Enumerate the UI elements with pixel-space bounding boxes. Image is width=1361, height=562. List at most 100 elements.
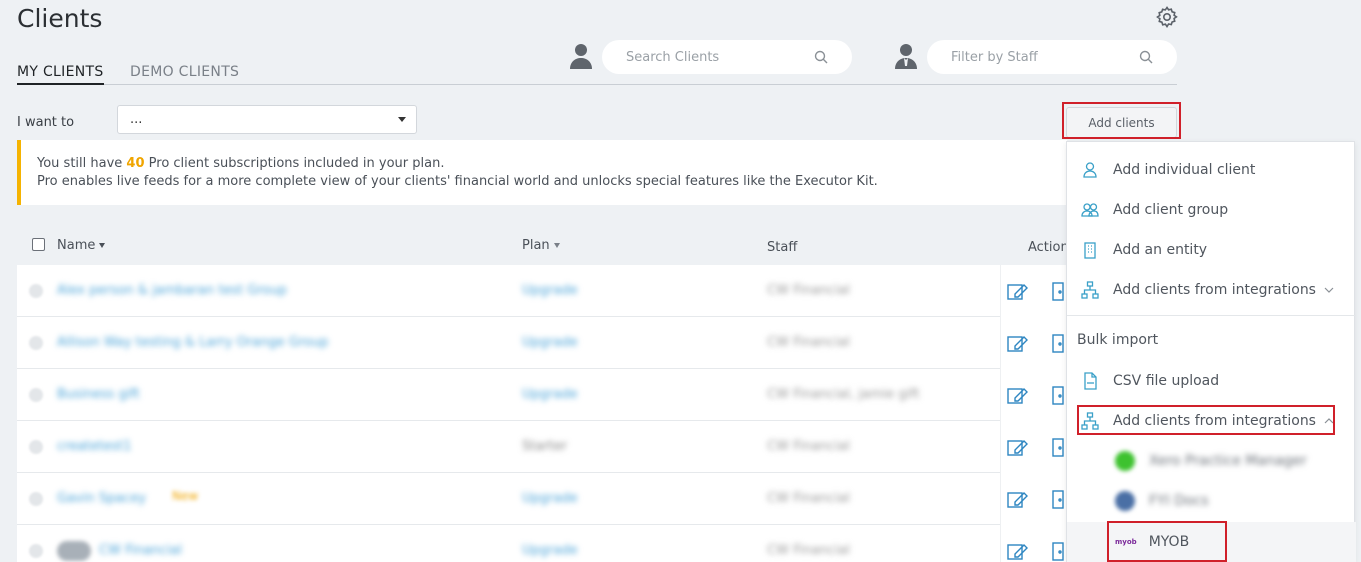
row-actions xyxy=(1000,317,1067,369)
tab-my-clients[interactable]: MY CLIENTS xyxy=(17,64,104,85)
xero-logo-icon xyxy=(1115,451,1135,471)
client-plan[interactable]: Upgrade xyxy=(522,335,578,350)
avatar xyxy=(57,541,91,561)
row-checkbox[interactable] xyxy=(29,440,43,454)
table-row[interactable]: Business gift Upgrade CW Financial, jami… xyxy=(17,369,1067,421)
client-name[interactable]: Gavin Spacey xyxy=(57,491,146,506)
gear-icon[interactable] xyxy=(1155,5,1179,29)
column-header-plan[interactable]: Plan xyxy=(522,238,560,253)
client-staff: CW Financial, jamie gift xyxy=(767,387,920,402)
door-icon[interactable] xyxy=(1051,385,1065,405)
table-row[interactable]: CW Financial Upgrade CW Financial xyxy=(17,525,1067,562)
integration-xero[interactable]: Xero Practice Manager xyxy=(1067,441,1356,481)
bulk-import-heading: Bulk import xyxy=(1077,332,1159,348)
table-row[interactable]: createtest1 Starter CW Financial xyxy=(17,421,1067,473)
door-icon[interactable] xyxy=(1051,541,1065,561)
row-checkbox[interactable] xyxy=(29,544,43,558)
building-icon xyxy=(1084,242,1096,259)
door-icon[interactable] xyxy=(1051,333,1065,353)
door-icon[interactable] xyxy=(1051,281,1065,301)
filter-field[interactable]: Filter by Staff xyxy=(927,40,1177,74)
banner-line-1: You still have 40 Pro client subscriptio… xyxy=(37,156,445,171)
client-table: Alex person & jambaran test Group Upgrad… xyxy=(17,265,1067,562)
row-actions xyxy=(1000,421,1067,473)
myob-logo-icon: myob xyxy=(1115,538,1137,546)
row-actions xyxy=(1000,525,1067,562)
row-checkbox[interactable] xyxy=(29,336,43,350)
staff-icon xyxy=(895,44,917,69)
group-icon xyxy=(1081,203,1099,217)
integration-myob[interactable]: myob MYOB xyxy=(1067,522,1356,562)
menu-item-csv-upload[interactable]: CSV file upload xyxy=(1067,361,1356,401)
edit-icon[interactable] xyxy=(1007,385,1029,405)
csv-file-icon xyxy=(1084,372,1097,390)
chevron-up-icon xyxy=(1324,418,1334,424)
client-plan[interactable]: Upgrade xyxy=(522,387,578,402)
edit-icon[interactable] xyxy=(1007,489,1029,509)
row-checkbox[interactable] xyxy=(29,492,43,506)
sort-icon xyxy=(553,243,560,248)
row-checkbox[interactable] xyxy=(29,284,43,298)
search-field[interactable]: Search Clients xyxy=(602,40,852,74)
select-value: ... xyxy=(130,112,143,127)
table-row[interactable]: Allison Way testing & Larry Orange Group… xyxy=(17,317,1067,369)
edit-icon[interactable] xyxy=(1007,281,1029,301)
i-want-to-select[interactable]: ... xyxy=(117,105,417,134)
subscription-count: 40 xyxy=(126,156,145,171)
page-title: Clients xyxy=(17,4,103,33)
client-staff: CW Financial xyxy=(767,283,850,298)
new-badge: New xyxy=(172,489,199,503)
client-plan[interactable]: Upgrade xyxy=(522,543,578,558)
row-actions xyxy=(1000,265,1067,317)
menu-item-add-entity[interactable]: Add an entity xyxy=(1067,230,1356,270)
client-plan[interactable]: Upgrade xyxy=(522,283,578,298)
add-clients-menu: Add individual client Add client group A… xyxy=(1066,141,1356,562)
select-all-checkbox[interactable] xyxy=(32,238,45,251)
client-plan[interactable]: Upgrade xyxy=(522,491,578,506)
client-staff: CW Financial xyxy=(767,543,850,558)
client-staff: CW Financial xyxy=(767,335,850,350)
person-icon xyxy=(1083,162,1097,178)
client-name[interactable]: CW Financial xyxy=(99,543,182,558)
client-name[interactable]: Business gift xyxy=(57,387,140,402)
client-name[interactable]: Allison Way testing & Larry Orange Group xyxy=(57,335,328,350)
banner-line-2: Pro enables live feeds for a more comple… xyxy=(37,174,878,189)
menu-item-integrations-collapsed[interactable]: Add clients from integrations xyxy=(1067,270,1356,310)
client-staff: CW Financial xyxy=(767,491,850,506)
search-icon[interactable] xyxy=(814,50,828,64)
row-checkbox[interactable] xyxy=(29,388,43,402)
column-header-name[interactable]: Name xyxy=(57,238,106,253)
search-icon[interactable] xyxy=(1139,50,1153,64)
integration-fyi[interactable]: FYI Docs xyxy=(1067,481,1356,521)
edit-icon[interactable] xyxy=(1007,437,1029,457)
client-name[interactable]: Alex person & jambaran test Group xyxy=(57,283,287,298)
table-row[interactable]: Alex person & jambaran test Group Upgrad… xyxy=(17,265,1067,317)
menu-divider xyxy=(1067,315,1356,316)
person-icon xyxy=(570,44,592,69)
menu-item-add-group[interactable]: Add client group xyxy=(1067,190,1356,230)
client-name[interactable]: createtest1 xyxy=(57,439,132,454)
client-plan: Starter xyxy=(522,439,568,454)
sort-icon xyxy=(99,243,106,248)
column-header-staff: Staff xyxy=(767,240,798,255)
filter-input[interactable]: Filter by Staff xyxy=(951,50,1038,65)
menu-item-integrations-expanded[interactable]: Add clients from integrations xyxy=(1067,401,1356,441)
edit-icon[interactable] xyxy=(1007,541,1029,561)
client-staff: CW Financial xyxy=(767,439,850,454)
i-want-to-label: I want to xyxy=(17,115,75,130)
door-icon[interactable] xyxy=(1051,489,1065,509)
hierarchy-icon xyxy=(1081,412,1099,430)
chevron-down-icon xyxy=(1324,287,1334,293)
row-actions xyxy=(1000,473,1067,525)
table-row[interactable]: Gavin Spacey New Upgrade CW Financial xyxy=(17,473,1067,525)
tab-demo-clients[interactable]: DEMO CLIENTS xyxy=(130,64,239,85)
door-icon[interactable] xyxy=(1051,437,1065,457)
row-actions xyxy=(1000,369,1067,421)
search-input[interactable]: Search Clients xyxy=(626,50,719,65)
fyi-logo-icon xyxy=(1115,491,1135,511)
add-clients-button[interactable]: Add clients xyxy=(1066,107,1177,138)
pro-subscription-banner: You still have 40 Pro client subscriptio… xyxy=(17,140,1067,205)
hierarchy-icon xyxy=(1081,281,1099,299)
edit-icon[interactable] xyxy=(1007,333,1029,353)
menu-item-add-individual[interactable]: Add individual client xyxy=(1067,150,1356,190)
